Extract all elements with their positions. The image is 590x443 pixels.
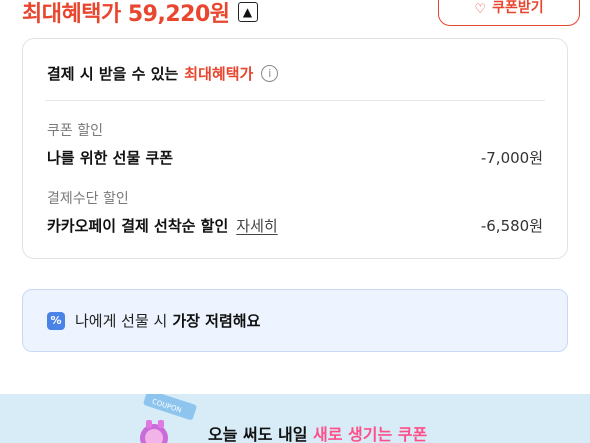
coupon-discount-row: 나를 위한 선물 쿠폰 -7,000원 [47,147,543,168]
coupon-item-amount: -7,000원 [480,149,543,167]
card-divider [45,100,545,101]
info-icon[interactable]: i [261,65,279,82]
max-benefit-price: 최대혜택가 59,220원 [22,2,230,27]
coupon-illustration-icon: COUPON [140,394,197,443]
promo-text-prefix: 오늘 써도 내일 [208,425,308,443]
product-benefit-page: 최대혜택가 59,220원 ▲ ♡ 쿠폰받기 결제 시 받을 수 있는 최대혜택… [0,0,590,443]
benefit-card: 결제 시 받을 수 있는 최대혜택가 i 쿠폰 할인 나를 위한 선물 쿠폰 -… [22,38,568,259]
heart-icon: ♡ [474,2,487,17]
gift-notice-bar[interactable]: % 나에게 선물 시 가장 저렴해요 [22,289,568,352]
card-title-accent: 최대혜택가 [184,65,254,83]
payment-item-name-wrap: 카카오페이 결제 선착순 할인 자세히 [47,215,278,236]
gift-text-prefix: 나에게 선물 시 [75,312,168,330]
payment-item-amount: -6,580원 [480,217,543,235]
coupon-download-button[interactable]: ♡ 쿠폰받기 [438,0,580,26]
promo-text: 오늘 써도 내일 새로 생기는 쿠폰 [208,421,427,443]
payment-discount-row: 카카오페이 결제 선착순 할인 자세히 -6,580원 [47,215,543,236]
detail-link[interactable]: 자세히 [236,217,277,235]
promo-text-accent: 새로 생기는 쿠폰 [313,425,428,443]
chevron-up-icon[interactable]: ▲ [237,2,258,22]
card-title: 결제 시 받을 수 있는 최대혜택가 i [47,63,279,84]
coupon-item-name: 나를 위한 선물 쿠폰 [47,149,174,167]
coupon-button-label: 쿠폰받기 [492,0,544,16]
tag-icon: % [47,311,65,330]
gift-text-strong: 가장 저렴해요 [172,312,261,330]
coupon-section-label: 쿠폰 할인 [47,123,103,139]
card-title-prefix: 결제 시 받을 수 있는 [47,65,179,83]
promo-banner[interactable]: COUPON 오늘 써도 내일 새로 생기는 쿠폰 [0,394,590,443]
payment-item-name: 카카오페이 결제 선착순 할인 [47,217,229,235]
payment-section-label: 결제수단 할인 [47,191,129,207]
